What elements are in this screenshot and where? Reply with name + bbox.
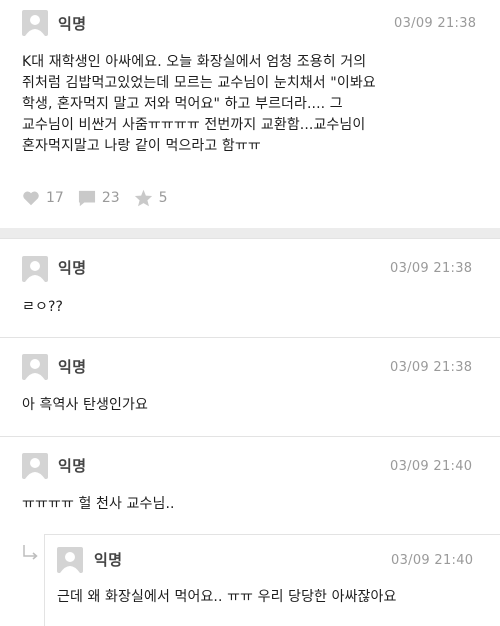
reply-arrow-icon	[23, 545, 38, 560]
post-line: 혼자먹지말고 나랑 같이 먹으라고 함ㅠㅠ	[22, 138, 261, 154]
user-silhouette-icon	[25, 261, 45, 282]
comment-author: 익명	[58, 358, 87, 376]
post-time: 03/09 21:38	[394, 16, 477, 31]
user-silhouette-icon	[25, 15, 45, 36]
comment-time: 03/09 21:38	[390, 360, 473, 375]
comment-button[interactable]: 23	[78, 190, 120, 207]
divider	[0, 337, 500, 338]
divider	[0, 238, 500, 239]
reply-item: 익명 03/09 21:40 근데 왜 화장실에서 먹어요.. ㅠㅠ 우리 당당…	[44, 534, 500, 626]
user-silhouette-icon	[60, 552, 80, 573]
comment-text: ㅠㅠㅠㅠ 헐 천사 교수님..	[22, 496, 175, 512]
section-gap	[0, 228, 500, 238]
reply-text: 근데 왜 화장실에서 먹어요.. ㅠㅠ 우리 당당한 아싸잖아요	[57, 589, 397, 605]
post-body: K대 재학생인 아싸에요. 오늘 화장실에서 엄청 조용히 거의 쥐처럼 김밥먹…	[22, 52, 492, 157]
scrap-button[interactable]: 5	[134, 189, 168, 207]
like-button[interactable]: 17	[22, 190, 64, 206]
avatar[interactable]	[22, 354, 48, 380]
main-post: 익명 03/09 21:38 K대 재학생인 아싸에요. 오늘 화장실에서 엄청…	[0, 0, 500, 228]
comment-author: 익명	[58, 259, 87, 277]
avatar[interactable]	[57, 547, 83, 573]
scrap-count: 5	[158, 190, 168, 206]
comment-time: 03/09 21:40	[390, 459, 473, 474]
star-icon	[134, 189, 152, 207]
avatar[interactable]	[22, 256, 48, 282]
reply-time: 03/09 21:40	[391, 553, 474, 568]
avatar[interactable]	[22, 10, 48, 36]
user-silhouette-icon	[25, 458, 45, 479]
comment-text: ㄹㅇ??	[22, 299, 64, 315]
reply-author: 익명	[94, 551, 123, 569]
post-author: 익명	[58, 15, 87, 33]
post-line: K대 재학생인 아싸에요. 오늘 화장실에서 엄청 조용히 거의	[22, 54, 367, 70]
post-line: 학생, 혼자먹지 말고 저와 먹어요" 하고 부르더라.... 그	[22, 96, 343, 112]
comment-author: 익명	[58, 457, 87, 475]
heart-icon	[23, 191, 39, 206]
comment-icon	[78, 190, 95, 206]
post-stats: 17 23 5	[22, 188, 182, 208]
comment-text: 아 흑역사 탄생인가요	[22, 397, 148, 413]
comment-time: 03/09 21:38	[390, 261, 473, 276]
post-line: 교수님이 비싼거 사줌ㅠㅠㅠㅠ 전번까지 교환함...교수님이	[22, 117, 366, 133]
post-line: 쥐처럼 김밥먹고있었는데 모르는 교수님이 눈치채서 "이봐요	[22, 75, 376, 91]
like-count: 17	[46, 190, 64, 206]
user-silhouette-icon	[25, 359, 45, 380]
avatar[interactable]	[22, 453, 48, 479]
divider	[0, 436, 500, 437]
comment-count: 23	[101, 190, 120, 206]
